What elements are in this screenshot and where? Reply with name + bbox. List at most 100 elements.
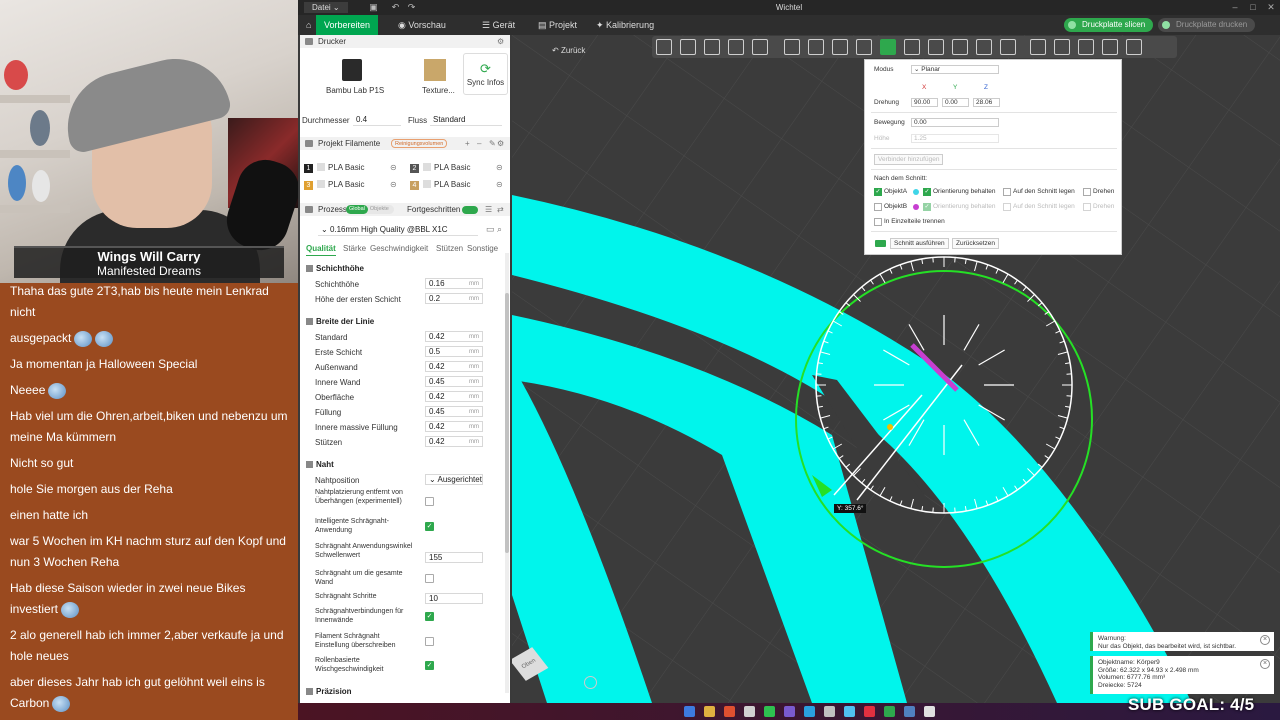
plate-name[interactable]: Texture... [422,86,455,95]
taskbar-app-icon[interactable] [724,706,735,717]
object-a-checkbox[interactable]: ✓ [874,188,882,196]
add-connector-button[interactable]: Verbinder hinzufügen [874,154,944,165]
save-preset-icon[interactable]: ▭ [486,224,495,235]
subtab-2[interactable]: Geschwindigkeit [370,244,428,253]
close-icon[interactable]: × [1260,659,1270,669]
maximize-icon[interactable]: □ [1246,1,1260,14]
grid-icon[interactable] [680,39,696,55]
setting-input[interactable]: 0.42 mm [425,421,483,432]
keep-orientation-b-checkbox[interactable]: ✓ [923,203,931,211]
setting-input[interactable]: 0.42 mm [425,436,483,447]
place-on-cut-a-checkbox[interactable] [1003,188,1011,196]
flip-a-checkbox[interactable] [1083,188,1091,196]
taskbar-app-icon[interactable] [764,706,775,717]
taskbar-app-icon[interactable] [704,706,715,717]
setting-input[interactable]: 0.45 mm [425,406,483,417]
filament-settings-icon[interactable]: ⊝ [496,179,503,190]
setting-input[interactable]: 0.16 mm [425,278,483,289]
3d-viewport[interactable]: ↶ Zurück Y: 357.6° Oben Modus ⌄ Planar X… [512,35,1280,703]
support-icon[interactable] [904,39,920,55]
taskbar-app-icon[interactable] [924,706,935,717]
keep-orientation-a-checkbox[interactable]: ✓ [923,188,931,196]
split-parts-checkbox[interactable] [874,218,882,226]
reset-cut-button[interactable]: Zurücksetzen [952,238,1000,249]
settings-icon[interactable] [1126,39,1142,55]
move-icon[interactable] [784,39,800,55]
taskbar-app-icon[interactable] [904,706,915,717]
setting-input[interactable]: 0.2 mm [425,293,483,304]
setting-input[interactable]: 0.5 mm [425,346,483,357]
object-b-checkbox[interactable] [874,203,882,211]
filament-slot[interactable]: 2 PLA Basic ⊝ [410,162,503,173]
taskbar-app-icon[interactable] [884,706,895,717]
subtab-0[interactable]: Qualität [306,244,336,256]
tab-device[interactable]: ☰ Gerät [474,15,523,35]
taskbar-app-icon[interactable] [784,706,795,717]
filament-slot[interactable]: 4 PLA Basic ⊝ [410,179,503,190]
back-button[interactable]: ↶ Zurück [552,46,585,55]
filament-slot[interactable]: 3 PLA Basic ⊝ [304,179,397,190]
layers-icon[interactable] [752,39,768,55]
tab-prepare[interactable]: Vorbereiten [316,15,379,35]
print-plate-button[interactable]: Druckplatte drucken [1158,18,1256,32]
cut-tool-icon[interactable] [880,39,896,55]
close-icon[interactable]: × [1260,635,1270,645]
scale-icon[interactable] [832,39,848,55]
lay-flat-icon[interactable] [856,39,872,55]
rotation-z-input[interactable]: 28.06 [973,98,1000,107]
subtab-1[interactable]: Stärke [343,244,366,253]
filament-settings-icon[interactable]: ⊝ [390,162,397,173]
height-input[interactable]: 1.25 [911,134,999,143]
taskbar-app-icon[interactable] [804,706,815,717]
boolean-icon[interactable] [1078,39,1094,55]
flow-select[interactable]: Standard [430,115,502,126]
seam-setting-input[interactable]: 10 [425,593,483,604]
minimize-icon[interactable]: – [1228,1,1242,14]
taskbar-app-icon[interactable] [684,706,695,717]
seam-setting-checkbox[interactable] [425,637,434,646]
reset-view-icon[interactable] [584,676,597,689]
mode-select[interactable]: ⌄ Planar [911,65,999,74]
seam-setting-checkbox[interactable] [425,574,434,583]
ruler-icon[interactable] [1102,39,1118,55]
flush-volume-badge[interactable]: Reinigungsvolumen [391,139,448,148]
taskbar-app-icon[interactable] [864,706,875,717]
home-icon[interactable]: ⌂ [298,15,316,35]
taskbar-app-icon[interactable] [844,706,855,717]
advanced-toggle[interactable] [462,206,478,214]
nozzle-select[interactable]: 0.4 [353,115,401,126]
text-icon[interactable] [976,39,992,55]
setting-input[interactable]: 0.42 mm [425,361,483,372]
tab-preview[interactable]: ◉ Vorschau [390,15,454,35]
filament-settings-icon[interactable]: ⊝ [390,179,397,190]
rotation-y-input[interactable]: 0.00 [942,98,969,107]
filament-settings-icon[interactable]: ⊝ [496,162,503,173]
setting-input[interactable]: 0.42 mm [425,331,483,342]
measure-icon[interactable] [1030,39,1046,55]
split-icon[interactable] [1054,39,1070,55]
search-icon[interactable]: ⌕ [497,224,502,235]
subtab-4[interactable]: Sonstige [467,244,498,253]
taskbar-app-icon[interactable] [744,706,755,717]
seam-setting-checkbox[interactable] [425,497,434,507]
panel-scrollbar[interactable] [505,253,509,693]
taskbar-app-icon[interactable] [824,706,835,717]
sync-infos-button[interactable]: ⟳ Sync Infos [463,53,508,95]
subtab-3[interactable]: Stützen [436,244,463,253]
tab-calibration[interactable]: ✦ Kalibrierung [588,15,662,35]
rotate-icon[interactable] [808,39,824,55]
slice-plate-button[interactable]: Druckplatte slicen [1064,18,1154,32]
rotation-x-input[interactable]: 90.00 [911,98,938,107]
add-cube-icon[interactable] [656,39,672,55]
flip-b-checkbox[interactable] [1083,203,1091,211]
seam-setting-checkbox[interactable]: ✓ [425,522,434,531]
assembly-icon[interactable] [1000,39,1016,55]
arrange-icon[interactable] [728,39,744,55]
place-on-cut-b-checkbox[interactable] [1003,203,1011,211]
tab-project[interactable]: ▤ Projekt [530,15,585,35]
move-input[interactable]: 0.00 [911,118,999,127]
process-preset-select[interactable]: ⌄ 0.16mm High Quality @BBL X1C [318,225,478,236]
setting-input[interactable]: 0.42 mm [425,391,483,402]
setting-input[interactable]: 0.45 mm [425,376,483,387]
perform-cut-button[interactable]: Schnitt ausführen [890,238,949,249]
